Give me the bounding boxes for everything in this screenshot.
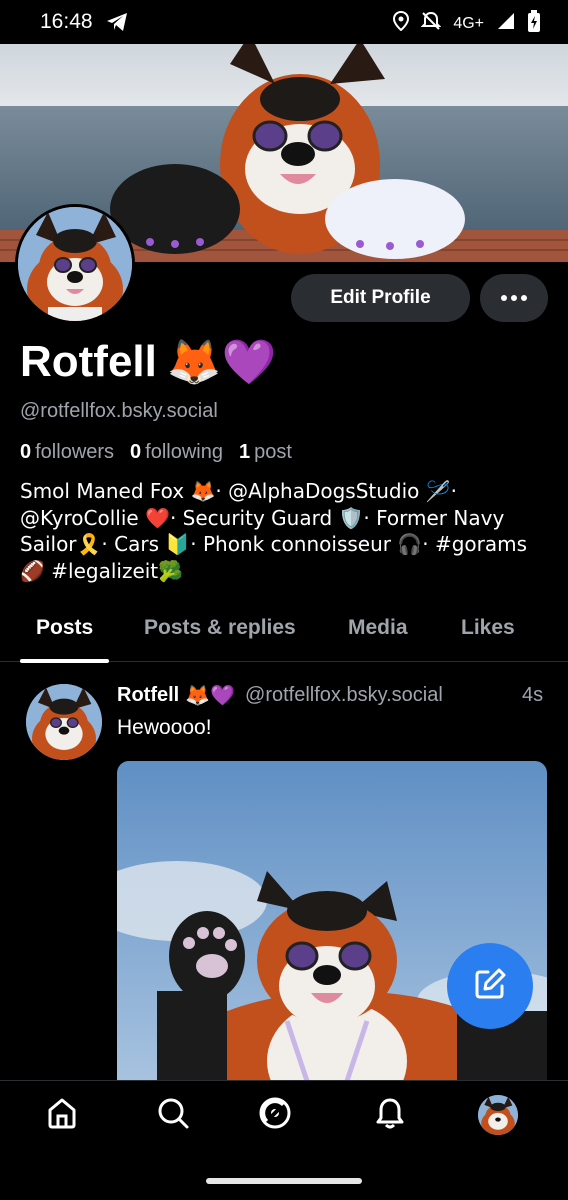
bottom-navigation	[0, 1080, 568, 1164]
post-author-emojis: 🦊💜	[185, 683, 236, 707]
post-author-handle[interactable]: @rotfellfox.bsky.social	[245, 684, 443, 707]
followers-stat[interactable]: 0 followers	[20, 441, 114, 464]
posts-label: post	[254, 441, 292, 463]
ellipsis-icon	[501, 295, 507, 301]
followers-label: followers	[35, 441, 115, 463]
nav-feeds[interactable]	[255, 1095, 295, 1135]
post-author-avatar[interactable]	[26, 684, 102, 760]
tab-posts-and-replies[interactable]: Posts & replies	[144, 616, 296, 640]
gesture-handle[interactable]	[206, 1178, 362, 1184]
profile-stats: 0 followers 0 following 1 post	[20, 441, 292, 464]
tab-media[interactable]: Media	[348, 616, 408, 640]
nav-search[interactable]	[153, 1095, 193, 1135]
posts-count: 1	[239, 441, 251, 463]
nav-profile[interactable]	[478, 1095, 518, 1135]
profile-tabs: Posts Posts & replies Media Likes	[0, 604, 568, 663]
location-icon	[393, 10, 410, 36]
telegram-icon	[106, 12, 128, 37]
compose-icon	[472, 966, 508, 1007]
active-tab-indicator	[20, 659, 109, 663]
profile-bio: Smol Maned Fox 🦊· @AlphaDogsStudio 🪡· @K…	[20, 479, 528, 583]
post-timestamp: 4s	[522, 684, 544, 706]
display-name-row: Rotfell 🦊💜	[20, 336, 276, 388]
following-stat[interactable]: 0 following	[130, 441, 223, 464]
tab-posts[interactable]: Posts	[36, 616, 93, 640]
status-icons: 4G+	[393, 10, 540, 37]
post-image[interactable]	[117, 761, 547, 1091]
compose-post-button[interactable]	[447, 943, 533, 1029]
profile-avatar	[478, 1095, 518, 1135]
followers-count: 0	[20, 441, 32, 463]
nav-home[interactable]	[42, 1095, 82, 1135]
signal-icon	[496, 11, 516, 36]
home-icon	[45, 1096, 79, 1135]
notifications-icon	[373, 1096, 407, 1135]
profile-handle: @rotfellfox.bsky.social	[20, 400, 218, 422]
status-bar: 16:48 4G+	[0, 0, 568, 44]
tab-likes[interactable]: Likes	[461, 616, 515, 640]
battery-icon	[528, 10, 540, 37]
search-icon	[156, 1096, 190, 1135]
display-name: Rotfell	[20, 337, 157, 386]
ellipsis-dot	[521, 295, 527, 301]
status-time: 16:48	[40, 10, 93, 33]
ellipsis-dot	[511, 295, 517, 301]
nav-notifications[interactable]	[370, 1095, 410, 1135]
edit-profile-button[interactable]: Edit Profile	[291, 274, 470, 322]
posts-stat: 1 post	[239, 441, 292, 464]
post-author-name[interactable]: Rotfell	[117, 684, 179, 707]
post-text: Hewoooo!	[117, 716, 212, 739]
post-header: Rotfell 🦊💜 @rotfellfox.bsky.social	[117, 683, 443, 707]
feeds-icon	[258, 1096, 292, 1135]
display-name-emojis: 🦊💜	[166, 337, 277, 388]
profile-avatar[interactable]	[15, 204, 135, 324]
network-type: 4G+	[453, 14, 484, 32]
following-count: 0	[130, 441, 142, 463]
bell-off-icon	[420, 11, 442, 36]
more-options-button[interactable]	[480, 274, 548, 322]
following-label: following	[145, 441, 223, 463]
